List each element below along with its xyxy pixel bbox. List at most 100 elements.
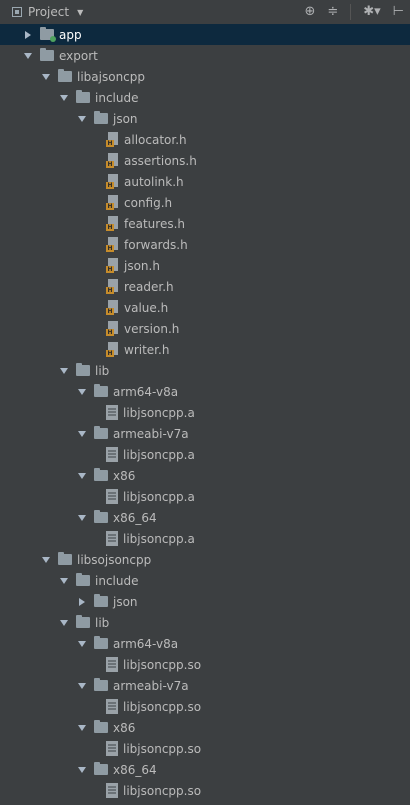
tree-row[interactable]: Hversion.h xyxy=(0,318,410,339)
header-file-icon: H xyxy=(106,132,119,147)
folder-icon xyxy=(94,636,108,649)
tree-item-label: forwards.h xyxy=(124,237,188,252)
tree-item-label: lib xyxy=(95,363,110,378)
tree-item-label: libjsoncpp.so xyxy=(123,741,202,756)
tree-row[interactable]: libjsoncpp.so xyxy=(0,654,410,675)
header-tag-icon: H xyxy=(106,329,114,336)
expand-arrow-down-icon[interactable] xyxy=(78,724,86,732)
expand-arrow-down-icon[interactable] xyxy=(42,556,50,564)
tree-row[interactable]: json xyxy=(0,108,410,129)
tree-item-label: json xyxy=(113,594,138,609)
expand-arrow-right-icon[interactable] xyxy=(78,597,86,606)
header-tag-icon: H xyxy=(106,308,114,315)
toolbar-divider xyxy=(350,4,352,20)
tree-row[interactable]: Hreader.h xyxy=(0,276,410,297)
tree-row[interactable]: libjsoncpp.a xyxy=(0,402,410,423)
project-icon xyxy=(12,7,22,17)
library-file-icon xyxy=(106,489,118,504)
tree-item-label: json.h xyxy=(124,258,160,273)
tree-item-label: export xyxy=(59,48,98,63)
tree-row[interactable]: libsojsoncpp xyxy=(0,549,410,570)
folder-icon xyxy=(94,384,108,397)
tree-row[interactable]: libajsoncpp xyxy=(0,66,410,87)
module-folder-icon xyxy=(40,27,56,42)
tree-row[interactable]: json xyxy=(0,591,410,612)
expand-arrow-down-icon[interactable] xyxy=(78,430,86,438)
tree-row[interactable]: libjsoncpp.so xyxy=(0,780,410,801)
tree-row[interactable]: x86 xyxy=(0,465,410,486)
tree-row[interactable]: libjsoncpp.a xyxy=(0,444,410,465)
expand-arrow-down-icon[interactable] xyxy=(78,682,86,690)
tree-row[interactable]: Hjson.h xyxy=(0,255,410,276)
tree-row[interactable]: Hforwards.h xyxy=(0,234,410,255)
tree-item-label: features.h xyxy=(124,216,185,231)
tree-row[interactable]: armeabi-v7a xyxy=(0,423,410,444)
tree-row[interactable]: libjsoncpp.a xyxy=(0,486,410,507)
tree-row[interactable]: arm64-v8a xyxy=(0,633,410,654)
tree-item-label: config.h xyxy=(124,195,173,210)
expand-arrow-right-icon[interactable] xyxy=(24,30,32,39)
expand-arrow-down-icon[interactable] xyxy=(60,577,68,585)
header-tag-icon: H xyxy=(106,245,114,252)
tree-row[interactable]: x86_64 xyxy=(0,507,410,528)
tree-item-label: app xyxy=(59,27,82,42)
caret-down-icon[interactable]: ▼ xyxy=(77,8,83,17)
tree-row[interactable]: Hautolink.h xyxy=(0,171,410,192)
tree-row[interactable]: lib xyxy=(0,612,410,633)
folder-icon xyxy=(94,720,108,733)
tree-item-label: libjsoncpp.so xyxy=(123,657,202,672)
tree-row[interactable]: arm64-v8a xyxy=(0,381,410,402)
crosshair-icon[interactable]: ⊕ xyxy=(304,0,315,24)
collapse-all-icon[interactable]: ≑ xyxy=(327,0,338,24)
tree-row[interactable]: x86 xyxy=(0,717,410,738)
tree-row[interactable]: lib xyxy=(0,360,410,381)
tree-item-label: libjsoncpp.so xyxy=(123,783,202,798)
library-file-icon xyxy=(106,699,118,714)
tree-item-label: reader.h xyxy=(124,279,174,294)
project-view-title[interactable]: Project xyxy=(28,5,69,19)
expand-arrow-down-icon[interactable] xyxy=(78,115,86,123)
tree-row[interactable]: app xyxy=(0,24,410,45)
folder-icon xyxy=(94,762,108,775)
header-file-icon: H xyxy=(106,342,119,357)
tree-item-label: libajsoncpp xyxy=(77,69,146,84)
expand-arrow-down-icon[interactable] xyxy=(60,619,68,627)
hide-panel-icon[interactable]: ⊢ xyxy=(393,0,404,24)
tree-row[interactable]: armeabi-v7a xyxy=(0,675,410,696)
tree-row[interactable]: Hassertions.h xyxy=(0,150,410,171)
tree-item-label: armeabi-v7a xyxy=(113,678,189,693)
expand-arrow-down-icon[interactable] xyxy=(78,640,86,648)
tree-row[interactable]: include xyxy=(0,570,410,591)
expand-arrow-down-icon[interactable] xyxy=(78,514,86,522)
expand-arrow-down-icon[interactable] xyxy=(78,472,86,480)
tree-row[interactable]: Hvalue.h xyxy=(0,297,410,318)
tree-item-label: value.h xyxy=(124,300,169,315)
tree-row[interactable]: export xyxy=(0,45,410,66)
expand-arrow-down-icon[interactable] xyxy=(42,73,50,81)
tree-item-label: libjsoncpp.a xyxy=(123,405,195,420)
tree-item-label: x86 xyxy=(113,468,136,483)
tree-row[interactable]: libjsoncpp.so xyxy=(0,696,410,717)
tree-row[interactable]: Hfeatures.h xyxy=(0,213,410,234)
tree-row[interactable]: x86_64 xyxy=(0,759,410,780)
header-tag-icon: H xyxy=(106,161,114,168)
tree-row[interactable]: libjsoncpp.a xyxy=(0,528,410,549)
folder-icon xyxy=(40,48,54,61)
expand-arrow-down-icon[interactable] xyxy=(60,367,68,375)
expand-arrow-down-icon[interactable] xyxy=(78,766,86,774)
tree-row[interactable]: Hallocator.h xyxy=(0,129,410,150)
project-toolbar: Project ▼ ⊕ ≑ ✱▾ ⊢ xyxy=(0,0,410,25)
expand-arrow-down-icon[interactable] xyxy=(24,52,32,60)
expand-arrow-down-icon[interactable] xyxy=(78,388,86,396)
expand-arrow-down-icon[interactable] xyxy=(60,94,68,102)
header-file-icon: H xyxy=(106,237,119,252)
folder-icon xyxy=(94,426,108,439)
tree-row[interactable]: include xyxy=(0,87,410,108)
tree-row[interactable]: Hconfig.h xyxy=(0,192,410,213)
tree-item-label: libsojsoncpp xyxy=(77,552,152,567)
header-file-icon: H xyxy=(106,195,119,210)
tree-row[interactable]: libjsoncpp.so xyxy=(0,738,410,759)
settings-icon[interactable]: ✱▾ xyxy=(363,0,380,24)
header-tag-icon: H xyxy=(106,350,114,357)
tree-row[interactable]: Hwriter.h xyxy=(0,339,410,360)
